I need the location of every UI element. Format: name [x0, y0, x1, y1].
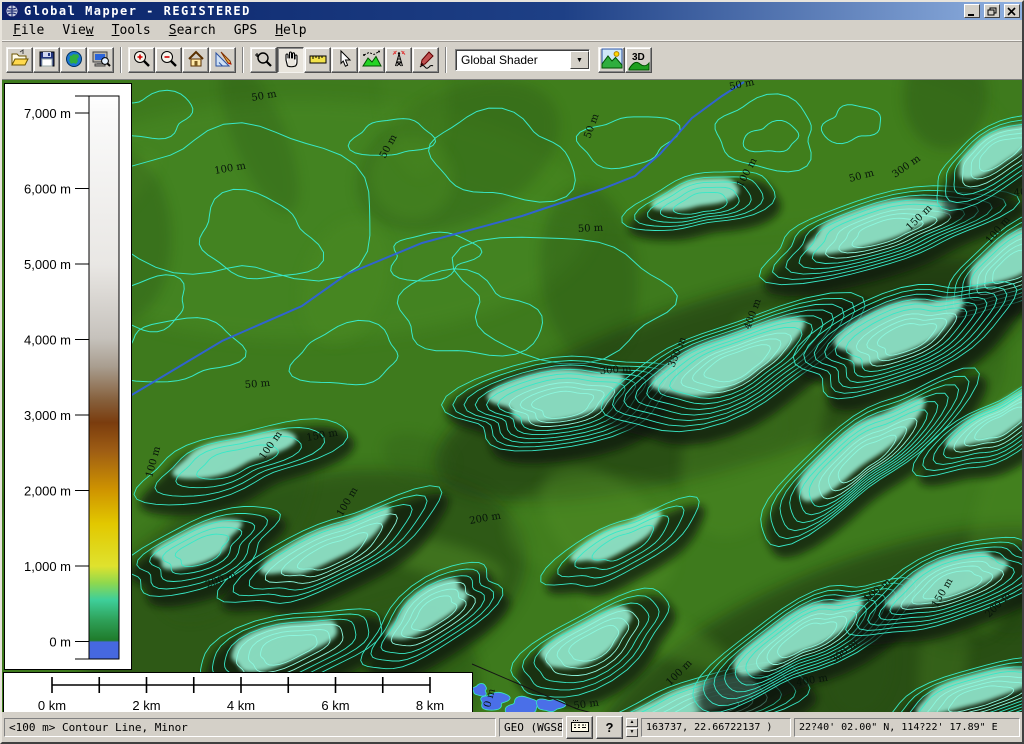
- status-bar: <100 m> Contour Line, Minor GEO (WGS84 ?…: [2, 712, 1022, 742]
- menu-tools[interactable]: Tools: [103, 21, 160, 40]
- legend-tick-label: 1,000 m: [24, 559, 71, 574]
- scalebar-label: 2 km: [132, 698, 160, 712]
- shader-select[interactable]: Global Shader ▼: [455, 49, 590, 71]
- open-file-button[interactable]: [6, 47, 33, 73]
- scalebar-label: 8 km: [416, 698, 444, 712]
- open-folder-icon: [10, 49, 30, 72]
- combo-dropdown-arrow-icon[interactable]: ▼: [570, 51, 589, 69]
- magnifier-plus-icon: [254, 49, 274, 72]
- close-button[interactable]: [1004, 4, 1020, 18]
- toolbar-separator: [242, 47, 244, 73]
- terrain-profile-icon: [362, 49, 382, 72]
- legend-tick-label: 4,000 m: [24, 333, 71, 348]
- coordinate-spinner[interactable]: ▲ ▼: [626, 718, 638, 737]
- global-mapper-window: Global Mapper - REGISTERED FileViewTools…: [0, 0, 1024, 744]
- scalebar-label: 4 km: [227, 698, 255, 712]
- elevation-legend: 7,000 m 6,000 m 5,000 m 4,000 m 3,000 m 2,000…: [4, 83, 132, 670]
- zoom-in-button[interactable]: [128, 47, 155, 73]
- path-profile-button[interactable]: [358, 47, 385, 73]
- toolbar: Global Shader ▼ 3D: [2, 40, 1022, 79]
- ruler-icon: [308, 49, 328, 72]
- zoom-out-button[interactable]: [155, 47, 182, 73]
- contour-label: 50 m: [244, 378, 271, 391]
- scalebar-label: 0 km: [38, 698, 66, 712]
- configure-display-button[interactable]: [87, 47, 114, 73]
- menu-help[interactable]: Help: [266, 21, 315, 40]
- select-tool-button[interactable]: [331, 47, 358, 73]
- toolbar-separator: [445, 47, 447, 73]
- zoom-tool-button[interactable]: [250, 47, 277, 73]
- scalebar-label: 6 km: [321, 698, 349, 712]
- hand-icon: [281, 49, 301, 72]
- pan-tool-button[interactable]: [277, 47, 304, 73]
- legend-tick-label: 2,000 m: [24, 484, 71, 499]
- window-title: Global Mapper - REGISTERED: [24, 4, 960, 18]
- full-view-button[interactable]: [182, 47, 209, 73]
- help-button[interactable]: ?: [596, 716, 623, 739]
- minimize-button[interactable]: [964, 4, 980, 18]
- menu-bar: FileViewToolsSearchGPSHelp: [2, 20, 1022, 40]
- zoom-in-icon: [132, 49, 152, 72]
- view-3d-button[interactable]: 3D: [625, 47, 652, 73]
- show-images-button[interactable]: [598, 47, 625, 73]
- measure-tool-button[interactable]: [304, 47, 331, 73]
- legend-tick-label: 3,000 m: [24, 408, 71, 423]
- view-3d-label: 3D: [632, 52, 645, 63]
- spinner-down-icon[interactable]: ▼: [626, 728, 638, 737]
- home-icon: [186, 49, 206, 72]
- menu-view[interactable]: View: [53, 21, 102, 40]
- legend-tick-label: 6,000 m: [24, 182, 71, 197]
- digitizer-button[interactable]: [412, 47, 439, 73]
- status-feature-text: <100 m> Contour Line, Minor: [4, 718, 496, 737]
- drafting-triangle-icon: [213, 49, 233, 72]
- keyboard-button[interactable]: [566, 716, 593, 739]
- view-shed-button[interactable]: [385, 47, 412, 73]
- antenna-icon: [389, 49, 409, 72]
- save-button[interactable]: [33, 47, 60, 73]
- status-latlon: 22?40' 02.00" N, 114?22' 17.89" E: [794, 718, 1020, 737]
- legend-tick-label: 7,000 m: [24, 106, 71, 121]
- contour-label: 400 m: [1013, 185, 1022, 199]
- map-canvas[interactable]: 50 m100 m50 m50 m50 m50 m100 m50 m300 m4…: [2, 80, 1022, 712]
- floppy-disk-icon: [37, 49, 57, 72]
- landscape-image-icon: [601, 48, 623, 72]
- map-client-area: 50 m100 m50 m50 m50 m50 m100 m50 m300 m4…: [2, 79, 1022, 712]
- app-icon: [4, 4, 20, 18]
- contour-label: 300 m: [599, 364, 632, 377]
- pencil-icon: [416, 49, 436, 72]
- zoom-out-icon: [159, 49, 179, 72]
- legend-tick-label: 0 m: [49, 635, 71, 650]
- spinner-up-icon[interactable]: ▲: [626, 718, 638, 727]
- measure-setup-button[interactable]: [209, 47, 236, 73]
- arrow-cursor-icon: [335, 49, 355, 72]
- menu-search[interactable]: Search: [160, 21, 225, 40]
- globe-icon: [64, 49, 84, 72]
- toolbar-separator: [120, 47, 122, 73]
- legend-tick-label: 5,000 m: [24, 257, 71, 272]
- monitor-magnifier-icon: [91, 49, 111, 72]
- contour-label: 50 m: [578, 223, 604, 235]
- menu-file[interactable]: File: [4, 21, 53, 40]
- status-projection: GEO (WGS84: [499, 718, 563, 737]
- scale-bar: 0 km 2 km 4 km 6 km 8 km: [3, 672, 473, 712]
- menu-gps[interactable]: GPS: [225, 21, 266, 40]
- restore-button[interactable]: [984, 4, 1000, 18]
- overlay-control-button[interactable]: [60, 47, 87, 73]
- status-coordinates: 163737, 22.66722137 ): [641, 718, 791, 737]
- shader-select-value: Global Shader: [461, 53, 538, 67]
- hill-3d-icon: [629, 62, 649, 70]
- keyboard-icon: [571, 720, 589, 735]
- title-bar[interactable]: Global Mapper - REGISTERED: [2, 2, 1022, 20]
